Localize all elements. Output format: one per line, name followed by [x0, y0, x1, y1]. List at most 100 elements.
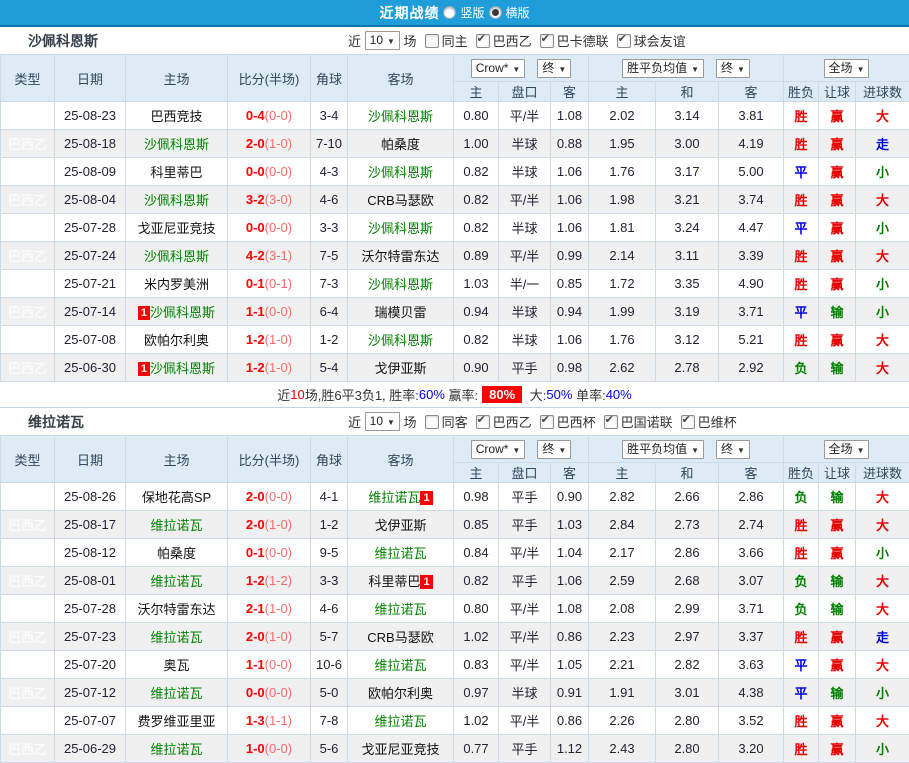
league-checkbox[interactable]: [476, 34, 490, 48]
full-time-score: 2-0: [246, 629, 265, 644]
away-team-cell: 维拉诺瓦: [348, 707, 454, 735]
corners-cell: 5-7: [311, 623, 348, 651]
same-venue-checkbox[interactable]: [425, 34, 439, 48]
avg-away-cell: 3.39: [719, 242, 784, 270]
col-score: 比分(半场): [228, 436, 311, 483]
date-cell: 25-07-21: [55, 270, 126, 298]
avg-home-cell: 1.72: [589, 270, 656, 298]
team-link: 科里蒂巴: [368, 574, 420, 589]
corners-cell: 7-5: [311, 242, 348, 270]
horizontal-layout-radio[interactable]: [489, 6, 502, 19]
recent-count-select[interactable]: 10▼: [365, 412, 400, 431]
col-avg-draw: 和: [656, 463, 719, 483]
vertical-layout-radio[interactable]: [443, 6, 456, 19]
league-cell: 巴西乙: [1, 354, 55, 382]
result-cell: 胜: [784, 539, 819, 567]
avg-odds-select[interactable]: 胜平负均值▼: [622, 59, 704, 78]
table-row: 巴西乙25-07-12维拉诺瓦0-0(0-0)5-0欧帕尔利奥0.97半球0.9…: [1, 679, 909, 707]
away-odds-cell: 0.99: [551, 242, 589, 270]
table-row: 巴西乙25-08-01维拉诺瓦1-2(1-2)3-3科里蒂巴10.82平手1.0…: [1, 567, 909, 595]
score-cell: 1-2(1-0): [228, 326, 311, 354]
table-row: 巴西乙25-07-28戈亚尼亚竞技0-0(0-0)3-3沙佩科恩斯0.82半球1…: [1, 214, 909, 242]
chevron-down-icon: ▼: [691, 446, 699, 455]
summary-segment: 单率:: [572, 385, 605, 404]
corners-cell: 3-3: [311, 214, 348, 242]
date-cell: 25-08-23: [55, 102, 126, 130]
handicap-cell: 平手: [499, 483, 551, 511]
table-row: 巴西乙25-08-12帕桑度0-1(0-0)9-5维拉诺瓦0.84平/半1.04…: [1, 539, 909, 567]
league-label: 球会友谊: [634, 34, 686, 49]
league-cell: 巴西乙: [1, 595, 55, 623]
half-time-score: (1-0): [265, 332, 292, 347]
scope-select[interactable]: 全场▼: [824, 59, 870, 78]
avg-away-cell: 3.37: [719, 623, 784, 651]
table-row: 巴西乙25-08-04沙佩科恩斯3-2(3-0)4-6CRB马瑟欧0.82平/半…: [1, 186, 909, 214]
handicap-result-cell: 赢: [819, 623, 856, 651]
home-team-cell: 沙佩科恩斯: [126, 130, 228, 158]
league-checkbox[interactable]: [604, 415, 618, 429]
handicap-cell: 半球: [499, 130, 551, 158]
home-team-cell: 戈亚尼亚竞技: [126, 214, 228, 242]
home-odds-cell: 0.80: [454, 595, 499, 623]
date-cell: 25-07-14: [55, 298, 126, 326]
home-odds-cell: 1.02: [454, 707, 499, 735]
corners-cell: 3-3: [311, 567, 348, 595]
avg-away-cell: 2.86: [719, 483, 784, 511]
team-link: 沙佩科恩斯: [150, 305, 215, 320]
team-link: 欧帕尔利奥: [368, 686, 433, 701]
away-team-cell: 沙佩科恩斯: [348, 214, 454, 242]
goals-cell: 大: [856, 595, 909, 623]
league-checkbox[interactable]: [540, 415, 554, 429]
handicap-cell: 平/半: [499, 595, 551, 623]
date-cell: 25-07-24: [55, 242, 126, 270]
avg-draw-cell: 2.86: [656, 539, 719, 567]
league-cell: 巴西乙: [1, 679, 55, 707]
avg-odds-select[interactable]: 胜平负均值▼: [622, 440, 704, 459]
league-checkbox[interactable]: [617, 34, 631, 48]
avg-draw-cell: 2.99: [656, 595, 719, 623]
col-odds-home: 主: [454, 82, 499, 102]
final-odds-select[interactable]: 终▼: [537, 59, 571, 78]
same-venue-checkbox[interactable]: [425, 415, 439, 429]
col-corner: 角球: [311, 55, 348, 102]
full-time-score: 4-2: [246, 248, 265, 263]
bookmaker-select[interactable]: Crow*▼: [471, 59, 526, 78]
col-handicap-result: 让球: [819, 463, 856, 483]
league-checkbox[interactable]: [540, 34, 554, 48]
team-link: 米内罗美洲: [144, 277, 209, 292]
final-odds-select[interactable]: 终▼: [716, 440, 750, 459]
team-link: 维拉诺瓦: [374, 602, 426, 617]
half-time-score: (1-2): [265, 573, 292, 588]
league-checkbox[interactable]: [476, 415, 490, 429]
half-time-score: (0-0): [265, 304, 292, 319]
league-checkbox[interactable]: [681, 415, 695, 429]
handicap-result-cell: 赢: [819, 102, 856, 130]
home-team-cell: 沃尔特雷东达: [126, 595, 228, 623]
away-team-cell: 瑞模贝雷: [348, 298, 454, 326]
handicap-result-cell: 赢: [819, 186, 856, 214]
avg-draw-cell: 3.12: [656, 326, 719, 354]
home-team-cell: 科里蒂巴: [126, 158, 228, 186]
team-link: 沙佩科恩斯: [368, 109, 433, 124]
away-odds-cell: 0.98: [551, 354, 589, 382]
home-team-cell: 维拉诺瓦: [126, 735, 228, 763]
away-team-cell: 维拉诺瓦: [348, 651, 454, 679]
result-cell: 负: [784, 595, 819, 623]
handicap-cell: 平/半: [499, 242, 551, 270]
team-link: CRB马瑟欧: [367, 630, 433, 645]
league-cell: 巴西乙: [1, 735, 55, 763]
away-odds-cell: 1.04: [551, 539, 589, 567]
recent-count-select[interactable]: 10▼: [365, 31, 400, 50]
handicap-cell: 平/半: [499, 186, 551, 214]
avg-away-cell: 3.52: [719, 707, 784, 735]
horizontal-layout-label[interactable]: 横版: [506, 4, 530, 21]
result-cell: 负: [784, 567, 819, 595]
scope-select[interactable]: 全场▼: [824, 440, 870, 459]
vertical-layout-label[interactable]: 竖版: [460, 4, 484, 21]
avg-home-cell: 2.17: [589, 539, 656, 567]
final-odds-select[interactable]: 终▼: [716, 59, 750, 78]
final-odds-select[interactable]: 终▼: [537, 440, 571, 459]
handicap-result-cell: 输: [819, 567, 856, 595]
handicap-cell: 半/一: [499, 270, 551, 298]
bookmaker-select[interactable]: Crow*▼: [471, 440, 526, 459]
